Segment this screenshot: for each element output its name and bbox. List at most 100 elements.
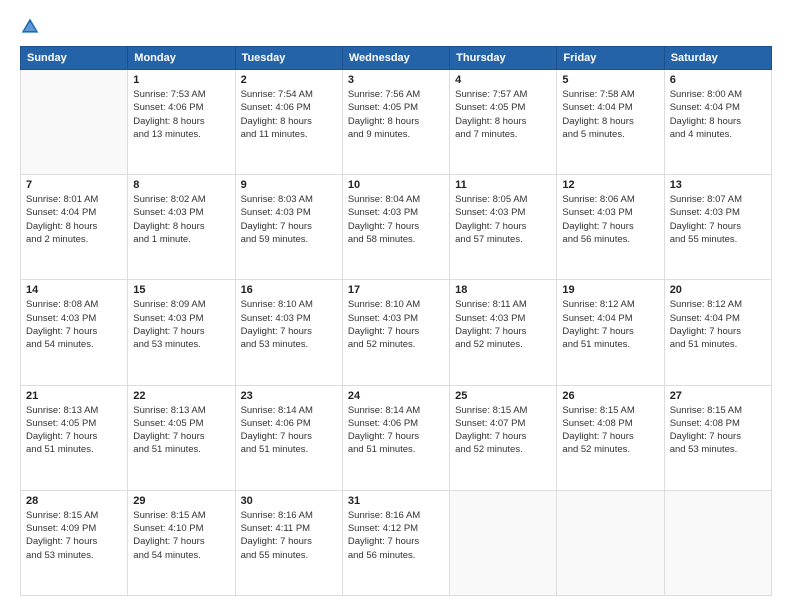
- calendar-week-row: 7 Sunrise: 8:01 AM Sunset: 4:04 PM Daylig…: [21, 175, 772, 280]
- day-info: Sunrise: 8:02 AM Sunset: 4:03 PM Dayligh…: [133, 193, 229, 246]
- day-info: Sunrise: 8:08 AM Sunset: 4:03 PM Dayligh…: [26, 298, 122, 351]
- day-info: Sunrise: 8:12 AM Sunset: 4:04 PM Dayligh…: [562, 298, 658, 351]
- day-info: Sunrise: 7:58 AM Sunset: 4:04 PM Dayligh…: [562, 88, 658, 141]
- day-info: Sunrise: 8:15 AM Sunset: 4:08 PM Dayligh…: [670, 404, 766, 457]
- calendar-cell: 3Sunrise: 7:56 AM Sunset: 4:05 PM Daylig…: [342, 70, 449, 175]
- day-info: Sunrise: 8:01 AM Sunset: 4:04 PM Dayligh…: [26, 193, 122, 246]
- calendar-cell: 30Sunrise: 8:16 AM Sunset: 4:11 PM Dayli…: [235, 490, 342, 595]
- day-number: 29: [133, 495, 229, 507]
- day-number: 16: [241, 284, 337, 296]
- calendar-cell: 21 Sunrise: 8:13 AM Sunset: 4:05 PM Dayli…: [21, 385, 128, 490]
- day-info: Sunrise: 8:15 AM Sunset: 4:10 PM Dayligh…: [133, 509, 229, 562]
- day-number: 28: [26, 495, 122, 507]
- calendar-cell: 27 Sunrise: 8:15 AM Sunset: 4:08 PM Dayli…: [664, 385, 771, 490]
- day-of-week-header: Friday: [557, 47, 664, 70]
- day-info: Sunrise: 7:57 AM Sunset: 4:05 PM Dayligh…: [455, 88, 551, 141]
- calendar-cell: 24 Sunrise: 8:14 AM Sunset: 4:06 PM Dayli…: [342, 385, 449, 490]
- day-info: Sunrise: 8:10 AM Sunset: 4:03 PM Dayligh…: [348, 298, 444, 351]
- calendar-cell: 11 Sunrise: 8:05 AM Sunset: 4:03 PM Dayli…: [450, 175, 557, 280]
- calendar-cell: 29 Sunrise: 8:15 AM Sunset: 4:10 PM Dayli…: [128, 490, 235, 595]
- calendar-table: SundayMondayTuesdayWednesdayThursdayFrid…: [20, 46, 772, 596]
- day-number: 8: [133, 179, 229, 191]
- day-number: 15: [133, 284, 229, 296]
- day-info: Sunrise: 8:03 AM Sunset: 4:03 PM Dayligh…: [241, 193, 337, 246]
- day-of-week-header: Monday: [128, 47, 235, 70]
- day-info: Sunrise: 8:14 AM Sunset: 4:06 PM Dayligh…: [241, 404, 337, 457]
- calendar-cell: 10 Sunrise: 8:04 AM Sunset: 4:03 PM Dayli…: [342, 175, 449, 280]
- day-info: Sunrise: 8:16 AM Sunset: 4:12 PM Dayligh…: [348, 509, 444, 562]
- day-number: 11: [455, 179, 551, 191]
- day-info: Sunrise: 8:13 AM Sunset: 4:05 PM Dayligh…: [133, 404, 229, 457]
- calendar-header: SundayMondayTuesdayWednesdayThursdayFrid…: [21, 47, 772, 70]
- day-info: Sunrise: 8:10 AM Sunset: 4:03 PM Dayligh…: [241, 298, 337, 351]
- day-number: 21: [26, 390, 122, 402]
- calendar-cell: [450, 490, 557, 595]
- day-info: Sunrise: 8:00 AM Sunset: 4:04 PM Dayligh…: [670, 88, 766, 141]
- day-number: 10: [348, 179, 444, 191]
- day-number: 22: [133, 390, 229, 402]
- day-of-week-header: Tuesday: [235, 47, 342, 70]
- day-number: 14: [26, 284, 122, 296]
- calendar-cell: 17 Sunrise: 8:10 AM Sunset: 4:03 PM Dayli…: [342, 280, 449, 385]
- day-of-week-header: Saturday: [664, 47, 771, 70]
- calendar-cell: 20Sunrise: 8:12 AM Sunset: 4:04 PM Dayli…: [664, 280, 771, 385]
- day-info: Sunrise: 8:12 AM Sunset: 4:04 PM Dayligh…: [670, 298, 766, 351]
- day-number: 4: [455, 74, 551, 86]
- calendar-cell: 15 Sunrise: 8:09 AM Sunset: 4:03 PM Dayli…: [128, 280, 235, 385]
- calendar-cell: 8 Sunrise: 8:02 AM Sunset: 4:03 PM Daylig…: [128, 175, 235, 280]
- calendar-week-row: 14 Sunrise: 8:08 AM Sunset: 4:03 PM Dayli…: [21, 280, 772, 385]
- day-info: Sunrise: 8:15 AM Sunset: 4:07 PM Dayligh…: [455, 404, 551, 457]
- day-number: 2: [241, 74, 337, 86]
- day-number: 19: [562, 284, 658, 296]
- day-info: Sunrise: 8:15 AM Sunset: 4:08 PM Dayligh…: [562, 404, 658, 457]
- day-number: 9: [241, 179, 337, 191]
- day-info: Sunrise: 8:14 AM Sunset: 4:06 PM Dayligh…: [348, 404, 444, 457]
- calendar-cell: 16 Sunrise: 8:10 AM Sunset: 4:03 PM Dayli…: [235, 280, 342, 385]
- day-of-week-header: Thursday: [450, 47, 557, 70]
- calendar-cell: 31Sunrise: 8:16 AM Sunset: 4:12 PM Dayli…: [342, 490, 449, 595]
- header-row: SundayMondayTuesdayWednesdayThursdayFrid…: [21, 47, 772, 70]
- calendar-page: SundayMondayTuesdayWednesdayThursdayFrid…: [0, 0, 792, 612]
- day-info: Sunrise: 8:11 AM Sunset: 4:03 PM Dayligh…: [455, 298, 551, 351]
- calendar-week-row: 1 Sunrise: 7:53 AM Sunset: 4:06 PM Daylig…: [21, 70, 772, 175]
- calendar-cell: 5Sunrise: 7:58 AM Sunset: 4:04 PM Daylig…: [557, 70, 664, 175]
- day-info: Sunrise: 8:05 AM Sunset: 4:03 PM Dayligh…: [455, 193, 551, 246]
- day-info: Sunrise: 7:54 AM Sunset: 4:06 PM Dayligh…: [241, 88, 337, 141]
- day-info: Sunrise: 8:09 AM Sunset: 4:03 PM Dayligh…: [133, 298, 229, 351]
- day-info: Sunrise: 8:07 AM Sunset: 4:03 PM Dayligh…: [670, 193, 766, 246]
- day-number: 13: [670, 179, 766, 191]
- day-info: Sunrise: 7:53 AM Sunset: 4:06 PM Dayligh…: [133, 88, 229, 141]
- day-info: Sunrise: 8:15 AM Sunset: 4:09 PM Dayligh…: [26, 509, 122, 562]
- header: [20, 16, 772, 36]
- day-number: 1: [133, 74, 229, 86]
- day-number: 25: [455, 390, 551, 402]
- calendar-cell: 12 Sunrise: 8:06 AM Sunset: 4:03 PM Dayli…: [557, 175, 664, 280]
- day-info: Sunrise: 8:06 AM Sunset: 4:03 PM Dayligh…: [562, 193, 658, 246]
- calendar-cell: 6 Sunrise: 8:00 AM Sunset: 4:04 PM Daylig…: [664, 70, 771, 175]
- day-info: Sunrise: 8:13 AM Sunset: 4:05 PM Dayligh…: [26, 404, 122, 457]
- calendar-cell: 19 Sunrise: 8:12 AM Sunset: 4:04 PM Dayli…: [557, 280, 664, 385]
- day-number: 18: [455, 284, 551, 296]
- calendar-cell: 4 Sunrise: 7:57 AM Sunset: 4:05 PM Daylig…: [450, 70, 557, 175]
- calendar-cell: 1 Sunrise: 7:53 AM Sunset: 4:06 PM Daylig…: [128, 70, 235, 175]
- day-number: 27: [670, 390, 766, 402]
- day-number: 24: [348, 390, 444, 402]
- day-number: 23: [241, 390, 337, 402]
- day-info: Sunrise: 8:04 AM Sunset: 4:03 PM Dayligh…: [348, 193, 444, 246]
- logo: [20, 16, 44, 36]
- day-number: 6: [670, 74, 766, 86]
- calendar-cell: 28 Sunrise: 8:15 AM Sunset: 4:09 PM Dayli…: [21, 490, 128, 595]
- calendar-cell: 7 Sunrise: 8:01 AM Sunset: 4:04 PM Daylig…: [21, 175, 128, 280]
- logo-icon: [20, 16, 40, 36]
- calendar-week-row: 21 Sunrise: 8:13 AM Sunset: 4:05 PM Dayli…: [21, 385, 772, 490]
- calendar-cell: 18 Sunrise: 8:11 AM Sunset: 4:03 PM Dayli…: [450, 280, 557, 385]
- day-number: 17: [348, 284, 444, 296]
- calendar-cell: 26Sunrise: 8:15 AM Sunset: 4:08 PM Dayli…: [557, 385, 664, 490]
- calendar-cell: 22 Sunrise: 8:13 AM Sunset: 4:05 PM Dayli…: [128, 385, 235, 490]
- calendar-cell: 14 Sunrise: 8:08 AM Sunset: 4:03 PM Dayli…: [21, 280, 128, 385]
- calendar-body: 1 Sunrise: 7:53 AM Sunset: 4:06 PM Daylig…: [21, 70, 772, 596]
- calendar-cell: 23 Sunrise: 8:14 AM Sunset: 4:06 PM Dayli…: [235, 385, 342, 490]
- day-number: 7: [26, 179, 122, 191]
- day-number: 12: [562, 179, 658, 191]
- calendar-cell: [21, 70, 128, 175]
